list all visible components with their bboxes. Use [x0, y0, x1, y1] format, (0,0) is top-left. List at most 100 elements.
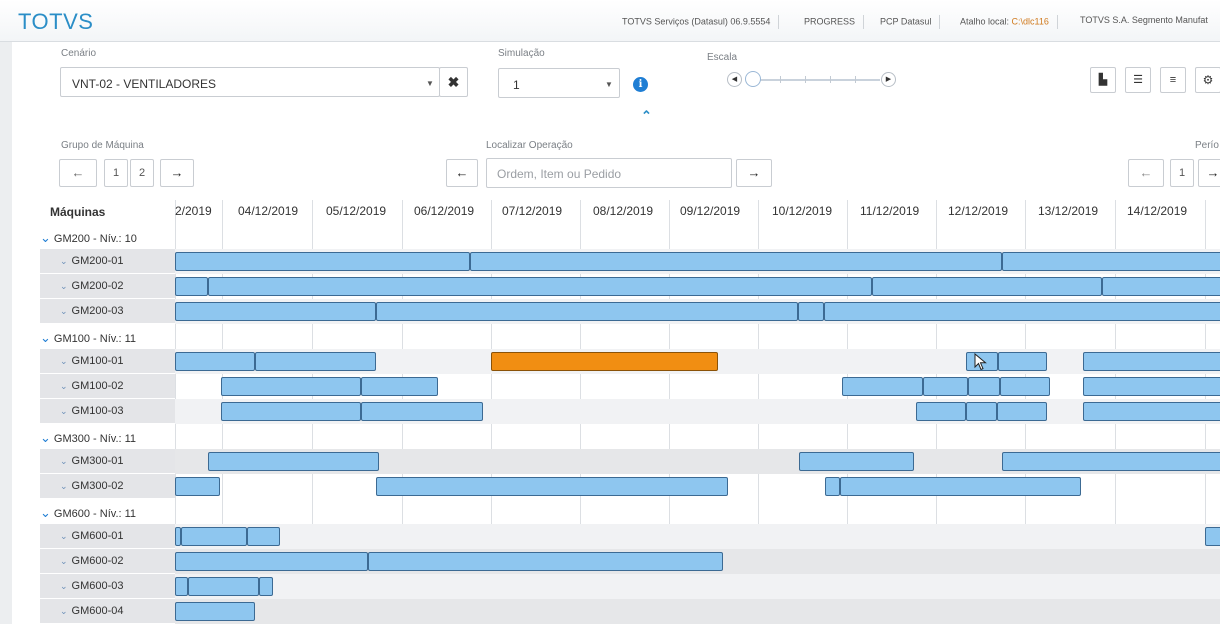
operation-bar[interactable] — [1083, 402, 1220, 421]
simulacao-select[interactable]: 1 ▼ — [498, 68, 620, 98]
localizar-input[interactable]: Ordem, Item ou Pedido — [486, 158, 732, 188]
operation-bar[interactable] — [998, 352, 1047, 371]
grupo-page-2[interactable]: 2 — [130, 159, 154, 187]
columns-icon[interactable]: ☰ — [1125, 67, 1151, 93]
group-label[interactable]: ⌄ GM200 - Nív.: 10 — [40, 230, 137, 246]
scale-increase-button[interactable]: ▶ — [881, 72, 896, 87]
machine-cell[interactable]: ⌄ GM200-02 — [40, 274, 175, 299]
operation-bar[interactable] — [175, 252, 470, 271]
chevron-down-icon[interactable]: ⌄ — [60, 456, 68, 466]
operation-bar[interactable] — [361, 402, 483, 421]
operation-bar[interactable] — [175, 277, 208, 296]
operation-bar[interactable] — [968, 377, 1000, 396]
operation-bar[interactable] — [175, 552, 368, 571]
scale-slider-handle[interactable] — [745, 71, 761, 87]
chevron-down-icon[interactable]: ⌄ — [60, 381, 68, 391]
chevron-down-icon[interactable]: ⌄ — [60, 406, 68, 416]
operation-bar[interactable] — [825, 477, 840, 496]
operation-bar[interactable] — [798, 302, 824, 321]
operation-bar[interactable] — [175, 577, 188, 596]
chevron-down-icon[interactable]: ⌄ — [40, 430, 51, 445]
machine-cell[interactable]: ⌄ GM600-04 — [40, 599, 175, 624]
operation-bar[interactable] — [842, 377, 923, 396]
group-label[interactable]: ⌄ GM300 - Nív.: 11 — [40, 430, 136, 446]
operation-bar[interactable] — [966, 402, 997, 421]
operation-bar[interactable] — [175, 302, 376, 321]
operation-bar[interactable] — [247, 527, 280, 546]
operation-bar[interactable] — [923, 377, 968, 396]
machine-cell[interactable]: ⌄ GM600-02 — [40, 549, 175, 574]
gantt-view-icon[interactable]: ▙ — [1090, 67, 1116, 93]
operation-bar[interactable] — [255, 352, 376, 371]
gantt-group-row[interactable]: ⌄ GM300 - Nív.: 11 — [40, 424, 1220, 449]
machine-cell[interactable]: ⌄ GM100-02 — [40, 374, 175, 399]
operation-bar[interactable] — [799, 452, 914, 471]
machine-cell[interactable]: ⌄ GM100-03 — [40, 399, 175, 424]
chevron-down-icon[interactable]: ⌄ — [40, 330, 51, 345]
periodo-prev-button[interactable]: ← — [1128, 159, 1164, 187]
chevron-down-icon[interactable]: ⌄ — [60, 306, 68, 316]
collapse-filters-chevron-up-icon[interactable]: ⌃ — [641, 108, 652, 124]
machine-cell[interactable]: ⌄ GM100-01 — [40, 349, 175, 374]
operation-bar[interactable] — [208, 277, 872, 296]
scale-slider-track[interactable] — [752, 79, 880, 81]
gantt-group-row[interactable]: ⌄ GM100 - Nív.: 11 — [40, 324, 1220, 349]
chevron-down-icon[interactable]: ⌄ — [60, 481, 68, 491]
grupo-prev-button[interactable]: ← — [59, 159, 97, 187]
selected-operation-bar[interactable] — [491, 352, 718, 371]
operation-bar[interactable] — [1083, 352, 1220, 371]
operation-bar[interactable] — [376, 302, 798, 321]
operation-bar[interactable] — [361, 377, 438, 396]
operation-bar[interactable] — [872, 277, 1102, 296]
list-icon[interactable]: ≡ — [1160, 67, 1186, 93]
group-label[interactable]: ⌄ GM100 - Nív.: 11 — [40, 330, 136, 346]
operation-bar[interactable] — [1002, 452, 1220, 471]
totvs-logo[interactable]: TOTVS — [18, 9, 93, 35]
operation-bar[interactable] — [376, 477, 728, 496]
operation-bar[interactable] — [175, 352, 255, 371]
machine-cell[interactable]: ⌄ GM300-01 — [40, 449, 175, 474]
operation-bar[interactable] — [470, 252, 1002, 271]
group-label[interactable]: ⌄ GM600 - Nív.: 11 — [40, 505, 136, 521]
info-icon[interactable]: i — [633, 77, 648, 92]
chevron-down-icon[interactable]: ⌄ — [60, 581, 68, 591]
chevron-down-icon[interactable]: ⌄ — [40, 505, 51, 520]
chevron-down-icon[interactable]: ⌄ — [40, 230, 51, 245]
chevron-down-icon[interactable]: ⌄ — [60, 556, 68, 566]
operation-bar[interactable] — [1102, 277, 1220, 296]
periodo-page-1[interactable]: 1 — [1170, 159, 1194, 187]
operation-bar[interactable] — [188, 577, 259, 596]
operation-bar[interactable] — [997, 402, 1047, 421]
operation-bar[interactable] — [1205, 527, 1220, 546]
scale-decrease-button[interactable]: ◀ — [727, 72, 742, 87]
operation-bar[interactable] — [221, 377, 361, 396]
operation-bar[interactable] — [1083, 377, 1220, 396]
chevron-down-icon[interactable]: ⌄ — [60, 606, 68, 616]
operation-bar[interactable] — [208, 452, 379, 471]
machine-cell[interactable]: ⌄ GM600-03 — [40, 574, 175, 599]
chevron-down-icon[interactable]: ⌄ — [60, 281, 68, 291]
periodo-next-button[interactable]: → — [1198, 159, 1220, 187]
operation-bar[interactable] — [1002, 252, 1220, 271]
operation-bar[interactable] — [259, 577, 273, 596]
operation-bar[interactable] — [175, 477, 220, 496]
operation-bar[interactable] — [368, 552, 723, 571]
operation-bar[interactable] — [840, 477, 1081, 496]
machine-cell[interactable]: ⌄ GM200-01 — [40, 249, 175, 274]
operation-bar[interactable] — [916, 402, 966, 421]
operation-bar[interactable] — [1000, 377, 1050, 396]
gear-icon[interactable]: ⚙ — [1195, 67, 1220, 93]
localizar-next-button[interactable]: → — [736, 159, 772, 187]
machine-cell[interactable]: ⌄ GM300-02 — [40, 474, 175, 499]
clear-cenario-button[interactable]: ✖ — [439, 67, 468, 97]
cenario-select[interactable]: VNT-02 - VENTILADORES ▼ — [60, 67, 440, 97]
chevron-down-icon[interactable]: ⌄ — [60, 356, 68, 366]
gantt-group-row[interactable]: ⌄ GM600 - Nív.: 11 — [40, 499, 1220, 524]
gantt-group-row[interactable]: ⌄ GM200 - Nív.: 10 — [40, 224, 1220, 249]
operation-bar[interactable] — [181, 527, 247, 546]
grupo-page-1[interactable]: 1 — [104, 159, 128, 187]
machine-cell[interactable]: ⌄ GM600-01 — [40, 524, 175, 549]
operation-bar[interactable] — [221, 402, 361, 421]
chevron-down-icon[interactable]: ⌄ — [60, 531, 68, 541]
chevron-down-icon[interactable]: ⌄ — [60, 256, 68, 266]
